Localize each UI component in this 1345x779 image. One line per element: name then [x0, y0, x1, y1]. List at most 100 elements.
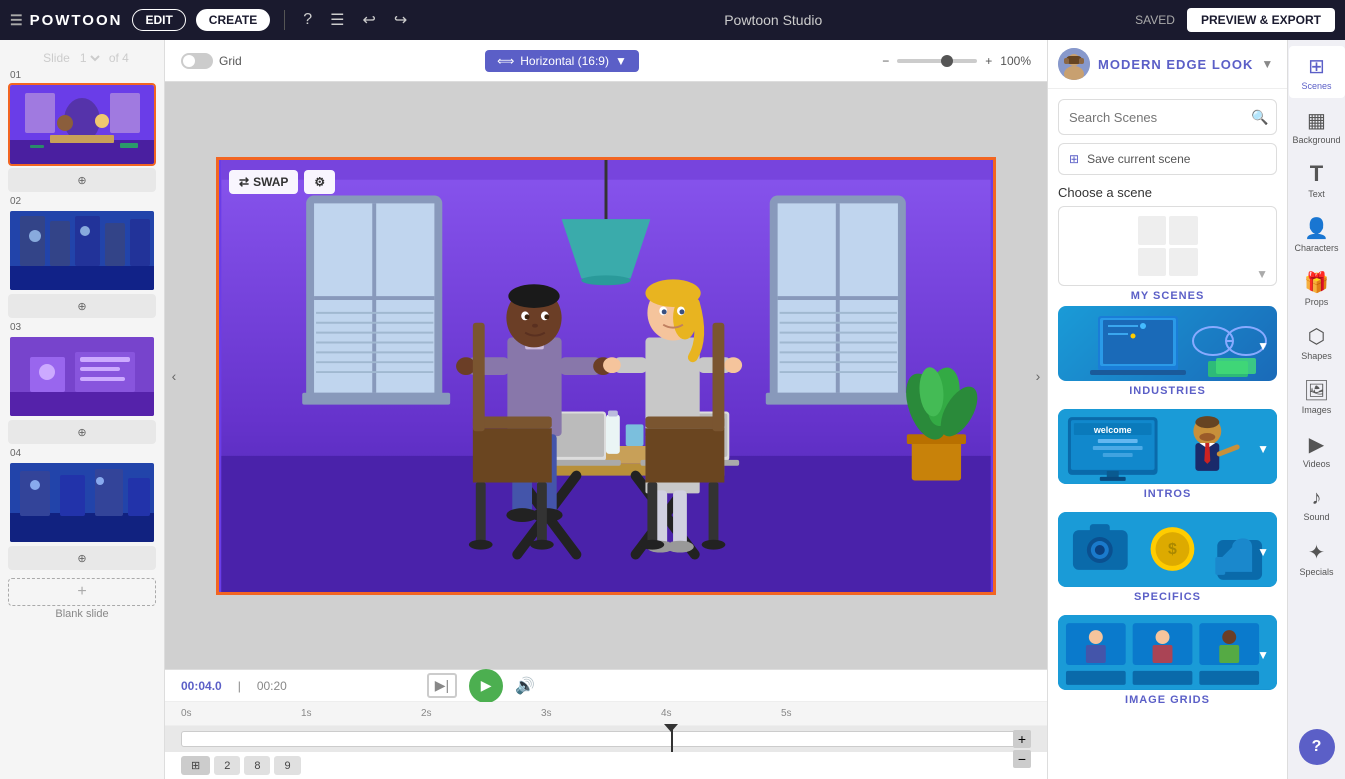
studio-title: Powtoon Studio — [421, 12, 1125, 28]
loop-play-button[interactable]: ▶| — [427, 673, 457, 698]
right-panel: MODERN EDGE LOOK ▼ 🔍 ⊞ Save current scen… — [1047, 40, 1287, 779]
panel-item-characters[interactable]: 👤 Characters — [1289, 208, 1345, 260]
slide-preview-4 — [10, 463, 154, 542]
topbar: ☰ POWTOON EDIT CREATE ? ☰ ↩ ↪ Powtoon St… — [0, 0, 1345, 40]
panel-item-background[interactable]: ▦ Background — [1289, 100, 1345, 152]
help-button[interactable]: ? — [299, 7, 316, 33]
intros-card[interactable]: welcome — [1058, 409, 1277, 484]
slide-duplicate-2[interactable]: ⊕ — [8, 294, 156, 318]
aspect-icon: ⟺ — [497, 54, 514, 68]
image-grids-category: ▼ IMAGE GRIDS — [1058, 615, 1277, 710]
timeline-segment-2[interactable]: 2 — [214, 756, 240, 775]
profile-avatar — [1058, 48, 1090, 80]
timeline-track[interactable] — [181, 731, 1031, 747]
industries-preview — [1058, 306, 1277, 381]
slide-nav: Slide 1 of 4 — [35, 46, 129, 66]
panel-item-videos[interactable]: ▶ Videos — [1289, 424, 1345, 476]
slide-number-4: 04 — [8, 448, 156, 459]
specifics-label: SPECIFICS — [1058, 587, 1277, 607]
panel-item-specials[interactable]: ✦ Specials — [1289, 532, 1345, 584]
swap-icon: ⇄ — [239, 175, 249, 189]
timeline-zoom-out[interactable]: − — [1013, 750, 1031, 768]
panel-item-shapes[interactable]: ⬡ Shapes — [1289, 316, 1345, 368]
canvas-toolbar: Grid ⟺ Horizontal (16:9) ▼ − + 100% — [165, 40, 1047, 82]
slide-item-4[interactable]: 04 ⊕ — [8, 448, 156, 570]
collapse-left-button[interactable]: ‹ — [165, 82, 183, 669]
add-slide-button[interactable]: + — [8, 578, 156, 606]
swap-button[interactable]: ⇄ SWAP — [229, 170, 298, 194]
intros-arrow: ▼ — [1257, 442, 1269, 456]
zoom-slider-thumb[interactable] — [941, 55, 953, 67]
panel-item-text[interactable]: T Text — [1289, 154, 1345, 206]
zoom-controls: − + 100% — [882, 54, 1031, 68]
edit-button[interactable]: EDIT — [132, 9, 185, 31]
sound-icon: ♪ — [1312, 487, 1322, 510]
zoom-slider[interactable] — [897, 59, 977, 63]
saved-status: SAVED — [1135, 13, 1175, 27]
specifics-card[interactable]: $ ▼ — [1058, 512, 1277, 587]
slide-item-2[interactable]: 02 ⊕ — [8, 196, 156, 318]
blank-slide-item[interactable]: + Blank slide — [8, 574, 156, 620]
slide-duplicate-4[interactable]: ⊕ — [8, 546, 156, 570]
create-button[interactable]: CREATE — [196, 9, 270, 31]
image-grids-label: IMAGE GRIDS — [1058, 690, 1277, 710]
industries-card[interactable]: ▼ — [1058, 306, 1277, 381]
grid-toggle[interactable]: Grid — [181, 53, 242, 69]
slide-preview-1 — [10, 85, 154, 164]
save-scene-button[interactable]: ⊞ Save current scene — [1058, 143, 1277, 175]
timeline-ruler: 0s 1s 2s 3s 4s 5s — [165, 702, 1047, 726]
slide-thumb-2[interactable] — [8, 209, 156, 292]
zoom-plus[interactable]: + — [985, 54, 992, 68]
hamburger-icon[interactable]: ☰ — [10, 12, 24, 29]
timeline-segment-8[interactable]: 8 — [244, 756, 270, 775]
timeline-bar-area: + − — [165, 726, 1047, 752]
aspect-ratio-button[interactable]: ⟺ Horizontal (16:9) ▼ — [485, 50, 639, 72]
ruler-5s: 5s — [781, 708, 792, 719]
timeline-segment-icon[interactable]: ⊞ — [181, 756, 210, 775]
redo-button[interactable]: ↪ — [390, 6, 411, 34]
help-circle-button[interactable]: ? — [1299, 729, 1335, 765]
slide-item-3[interactable]: 03 ⊕ — [8, 322, 156, 444]
settings-button[interactable]: ⚙ — [304, 170, 335, 194]
volume-button[interactable]: 🔊 — [515, 676, 535, 696]
grid-switch[interactable] — [181, 53, 213, 69]
save-scene-label: Save current scene — [1087, 152, 1190, 166]
image-grids-card[interactable]: ▼ — [1058, 615, 1277, 690]
undo-button[interactable]: ↩ — [359, 6, 380, 34]
slide-duplicate-3[interactable]: ⊕ — [8, 420, 156, 444]
scene-search-input[interactable] — [1069, 110, 1245, 125]
timeline-playhead[interactable] — [671, 726, 673, 752]
search-icon: 🔍 — [1251, 109, 1268, 126]
my-scenes-preview[interactable]: ▼ — [1058, 206, 1277, 286]
template-button[interactable]: ☰ — [326, 6, 348, 34]
timeline-segment-buttons: ⊞ 2 8 9 — [165, 752, 1047, 779]
slide-item-1[interactable]: 01 ⊕ — [8, 70, 156, 192]
collapse-right-button[interactable]: › — [1029, 82, 1047, 669]
slide-preview-3 — [10, 337, 154, 416]
blank-slide-label: Blank slide — [8, 608, 156, 620]
choose-scene-label: Choose a scene — [1048, 175, 1287, 206]
zoom-minus[interactable]: − — [882, 54, 889, 68]
panel-item-props[interactable]: 🎁 Props — [1289, 262, 1345, 314]
canvas-area: Grid ⟺ Horizontal (16:9) ▼ − + 100% ‹ — [165, 40, 1047, 779]
grid-label: Grid — [219, 54, 242, 68]
svg-text:welcome: welcome — [1093, 425, 1132, 435]
canvas-overlay-buttons: ⇄ SWAP ⚙ — [229, 170, 335, 194]
main-layout: Slide 1 of 4 01 — [0, 40, 1345, 779]
aspect-arrow: ▼ — [615, 54, 627, 68]
slide-number-select[interactable]: 1 — [76, 50, 103, 66]
canvas-frame: ⇄ SWAP ⚙ — [216, 157, 996, 595]
logo-area: ☰ POWTOON — [10, 12, 122, 29]
slide-duplicate-1[interactable]: ⊕ — [8, 168, 156, 192]
slide-thumb-1[interactable] — [8, 83, 156, 166]
profile-dropdown-icon[interactable]: ▼ — [1261, 57, 1273, 71]
panel-item-scenes[interactable]: ⊞ Scenes — [1289, 46, 1345, 98]
preview-export-button[interactable]: PREVIEW & EXPORT — [1187, 8, 1335, 32]
timeline-segment-9[interactable]: 9 — [274, 756, 300, 775]
slide-thumb-3[interactable] — [8, 335, 156, 418]
panel-item-images[interactable]: 🖼 Images — [1289, 370, 1345, 422]
slide-thumb-4[interactable] — [8, 461, 156, 544]
timeline-zoom-in[interactable]: + — [1013, 730, 1031, 748]
panel-item-sound[interactable]: ♪ Sound — [1289, 478, 1345, 530]
play-button[interactable]: ▶ — [469, 669, 503, 703]
